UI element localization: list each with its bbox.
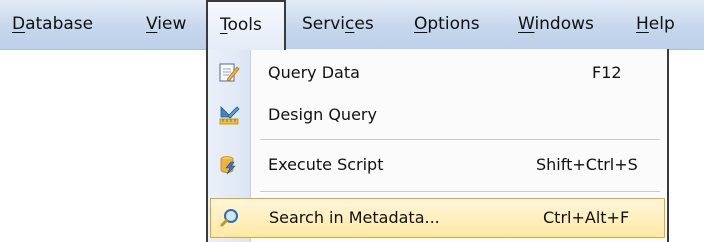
menu-item-label: Design Query bbox=[268, 105, 377, 124]
menu-item-label: Query Data bbox=[268, 63, 360, 82]
menu-help-label: Help bbox=[636, 14, 675, 34]
menu-options-label: Options bbox=[414, 14, 480, 34]
menu-windows[interactable]: Windows bbox=[518, 0, 594, 49]
menu-help[interactable]: Help bbox=[636, 0, 675, 49]
menu-item-search-in-metadata[interactable]: Search in Metadata... Ctrl+Alt+F bbox=[210, 198, 665, 238]
menu-services-label: Services bbox=[302, 14, 374, 34]
query-data-icon bbox=[218, 62, 240, 84]
menu-view[interactable]: View bbox=[146, 0, 186, 49]
menu-separator bbox=[260, 191, 660, 193]
tools-dropdown-menu: Query Data F12 Design Query Execute Scri… bbox=[206, 49, 669, 242]
menu-item-shortcut: Shift+Ctrl+S bbox=[536, 155, 638, 174]
menu-item-design-query[interactable]: Design Query bbox=[208, 95, 667, 135]
menu-item-execute-script[interactable]: Execute Script Shift+Ctrl+S bbox=[208, 145, 667, 185]
menu-tools[interactable]: Tools bbox=[206, 0, 286, 50]
menu-item-shortcut: F12 bbox=[592, 63, 622, 82]
menu-bar: Database View Tools Services Options Win… bbox=[0, 0, 704, 50]
menu-item-label: Search in Metadata... bbox=[269, 208, 440, 227]
search-metadata-icon bbox=[219, 207, 241, 229]
menu-item-label: Execute Script bbox=[268, 155, 384, 174]
menu-options[interactable]: Options bbox=[414, 0, 480, 49]
menu-item-query-data[interactable]: Query Data F12 bbox=[208, 53, 667, 93]
menu-services[interactable]: Services bbox=[302, 0, 374, 49]
menu-windows-label: Windows bbox=[518, 14, 594, 34]
menu-database-label: Database bbox=[12, 14, 94, 34]
menu-separator bbox=[260, 139, 660, 141]
menu-view-label: View bbox=[146, 14, 187, 34]
design-query-icon bbox=[218, 104, 240, 126]
menu-item-shortcut: Ctrl+Alt+F bbox=[543, 208, 630, 227]
menu-database[interactable]: Database bbox=[12, 0, 93, 49]
menu-tools-label: Tools bbox=[220, 15, 262, 35]
execute-script-icon bbox=[218, 154, 240, 176]
